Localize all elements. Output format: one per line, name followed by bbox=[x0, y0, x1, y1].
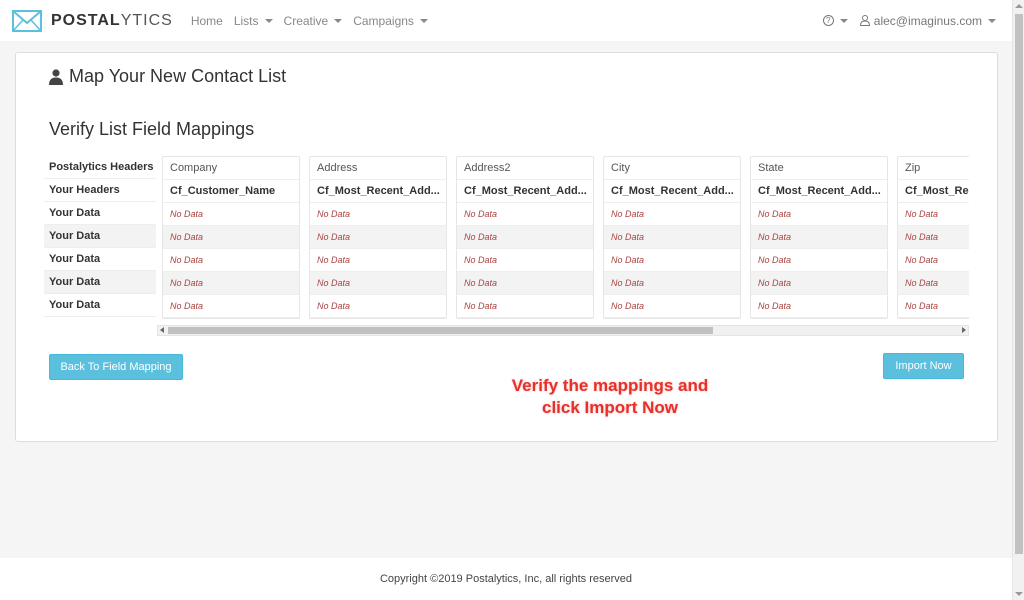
no-data-cell: No Data bbox=[898, 203, 969, 226]
help-menu[interactable]: ? bbox=[822, 15, 848, 26]
no-data-cell: No Data bbox=[898, 226, 969, 249]
row-label: Your Data bbox=[44, 202, 156, 225]
no-data-cell: No Data bbox=[751, 226, 887, 249]
scroll-left-arrow-icon[interactable] bbox=[160, 327, 164, 333]
copyright-text: Copyright ©2019 Postalytics, Inc, all ri… bbox=[379, 573, 633, 585]
no-data-cell: No Data bbox=[163, 249, 299, 272]
postalytics-header: Zip bbox=[898, 157, 969, 180]
your-header: Cf_Customer_Name bbox=[163, 180, 299, 203]
no-data-cell: No Data bbox=[898, 272, 969, 295]
mapping-column-company: Company Cf_Customer_Name No Data No Data… bbox=[162, 156, 300, 319]
nav-right: ? alec@imaginus.com bbox=[822, 13, 996, 28]
row-label: Your Headers bbox=[44, 179, 156, 202]
no-data-cell: No Data bbox=[751, 203, 887, 226]
user-email: alec@imaginus.com bbox=[873, 13, 982, 28]
your-header: Cf_Most_Recent_Add... bbox=[604, 180, 740, 203]
row-label: Your Data bbox=[44, 271, 156, 294]
no-data-cell: No Data bbox=[457, 249, 593, 272]
question-circle-icon: ? bbox=[822, 15, 834, 26]
no-data-cell: No Data bbox=[604, 272, 740, 295]
section-title: Verify List Field Mappings bbox=[49, 119, 255, 139]
scrollbar-thumb[interactable] bbox=[168, 327, 713, 334]
postalytics-header: Address bbox=[310, 157, 446, 180]
row-labels-column: Postalytics Headers Your Headers Your Da… bbox=[44, 156, 156, 317]
row-label: Your Data bbox=[44, 248, 156, 271]
your-header: Cf_Most_Recent_Add... bbox=[898, 180, 969, 203]
user-solid-icon bbox=[49, 68, 63, 85]
main-nav: Home Lists Creative Campaigns bbox=[191, 14, 439, 28]
no-data-cell: No Data bbox=[310, 295, 446, 318]
no-data-cell: No Data bbox=[310, 226, 446, 249]
your-header: Cf_Most_Recent_Add... bbox=[457, 180, 593, 203]
row-label: Your Data bbox=[44, 225, 156, 248]
postalytics-header: Company bbox=[163, 157, 299, 180]
brand[interactable]: POSTALYTICS bbox=[12, 9, 173, 32]
nav-lists[interactable]: Lists bbox=[234, 14, 273, 28]
no-data-cell: No Data bbox=[310, 249, 446, 272]
user-menu[interactable]: alec@imaginus.com bbox=[859, 13, 996, 28]
no-data-cell: No Data bbox=[751, 272, 887, 295]
no-data-cell: No Data bbox=[457, 272, 593, 295]
nav-home[interactable]: Home bbox=[191, 14, 223, 28]
row-label: Postalytics Headers bbox=[44, 156, 156, 179]
caret-down-icon bbox=[988, 18, 996, 23]
mapping-column-address2: Address2 Cf_Most_Recent_Add... No Data N… bbox=[456, 156, 594, 319]
top-navbar: POSTALYTICS Home Lists Creative Campaign… bbox=[0, 0, 1012, 41]
page-title: Map Your New Contact List bbox=[49, 66, 286, 87]
caret-down-icon bbox=[334, 18, 343, 23]
no-data-cell: No Data bbox=[163, 272, 299, 295]
no-data-cell: No Data bbox=[310, 272, 446, 295]
caret-down-icon bbox=[419, 18, 428, 23]
mapping-column-state: State Cf_Most_Recent_Add... No Data No D… bbox=[750, 156, 888, 319]
postalytics-header: City bbox=[604, 157, 740, 180]
no-data-cell: No Data bbox=[163, 203, 299, 226]
page-vertical-scrollbar[interactable] bbox=[1012, 0, 1024, 600]
your-header: Cf_Most_Recent_Add... bbox=[751, 180, 887, 203]
no-data-cell: No Data bbox=[457, 203, 593, 226]
brand-name: POSTALYTICS bbox=[51, 11, 173, 29]
your-header: Cf_Most_Recent_Add... bbox=[310, 180, 446, 203]
scrollbar-thumb[interactable] bbox=[1015, 14, 1023, 554]
no-data-cell: No Data bbox=[163, 295, 299, 318]
no-data-cell: No Data bbox=[604, 295, 740, 318]
no-data-cell: No Data bbox=[898, 295, 969, 318]
envelope-logo-icon bbox=[12, 9, 42, 32]
nav-creative[interactable]: Creative bbox=[284, 14, 343, 28]
postalytics-header: Address2 bbox=[457, 157, 593, 180]
instruction-annotation: Verify the mappings and click Import Now bbox=[511, 376, 709, 417]
no-data-cell: No Data bbox=[898, 249, 969, 272]
mapping-column-zip: Zip Cf_Most_Recent_Add... No Data No Dat… bbox=[897, 156, 969, 319]
no-data-cell: No Data bbox=[751, 295, 887, 318]
mapping-horizontal-scrollbar[interactable] bbox=[157, 325, 969, 336]
no-data-cell: No Data bbox=[604, 203, 740, 226]
nav-campaigns[interactable]: Campaigns bbox=[353, 14, 428, 28]
field-mapping-grid: Postalytics Headers Your Headers Your Da… bbox=[44, 156, 969, 321]
back-to-field-mapping-button[interactable]: Back To Field Mapping bbox=[49, 354, 183, 380]
postalytics-header: State bbox=[751, 157, 887, 180]
scroll-up-arrow-icon[interactable] bbox=[1015, 4, 1023, 8]
user-icon bbox=[859, 15, 870, 26]
mapping-column-address: Address Cf_Most_Recent_Add... No Data No… bbox=[309, 156, 447, 319]
import-now-button[interactable]: Import Now bbox=[883, 353, 964, 379]
row-label: Your Data bbox=[44, 294, 156, 317]
no-data-cell: No Data bbox=[751, 249, 887, 272]
mapping-column-city: City Cf_Most_Recent_Add... No Data No Da… bbox=[603, 156, 741, 319]
no-data-cell: No Data bbox=[163, 226, 299, 249]
no-data-cell: No Data bbox=[604, 226, 740, 249]
page-footer: Copyright ©2019 Postalytics, Inc, all ri… bbox=[0, 558, 1012, 600]
scroll-down-arrow-icon[interactable] bbox=[1015, 592, 1023, 596]
no-data-cell: No Data bbox=[457, 226, 593, 249]
no-data-cell: No Data bbox=[457, 295, 593, 318]
no-data-cell: No Data bbox=[604, 249, 740, 272]
no-data-cell: No Data bbox=[310, 203, 446, 226]
caret-down-icon bbox=[264, 18, 273, 23]
caret-down-icon bbox=[839, 18, 848, 23]
scroll-right-arrow-icon[interactable] bbox=[962, 327, 966, 333]
